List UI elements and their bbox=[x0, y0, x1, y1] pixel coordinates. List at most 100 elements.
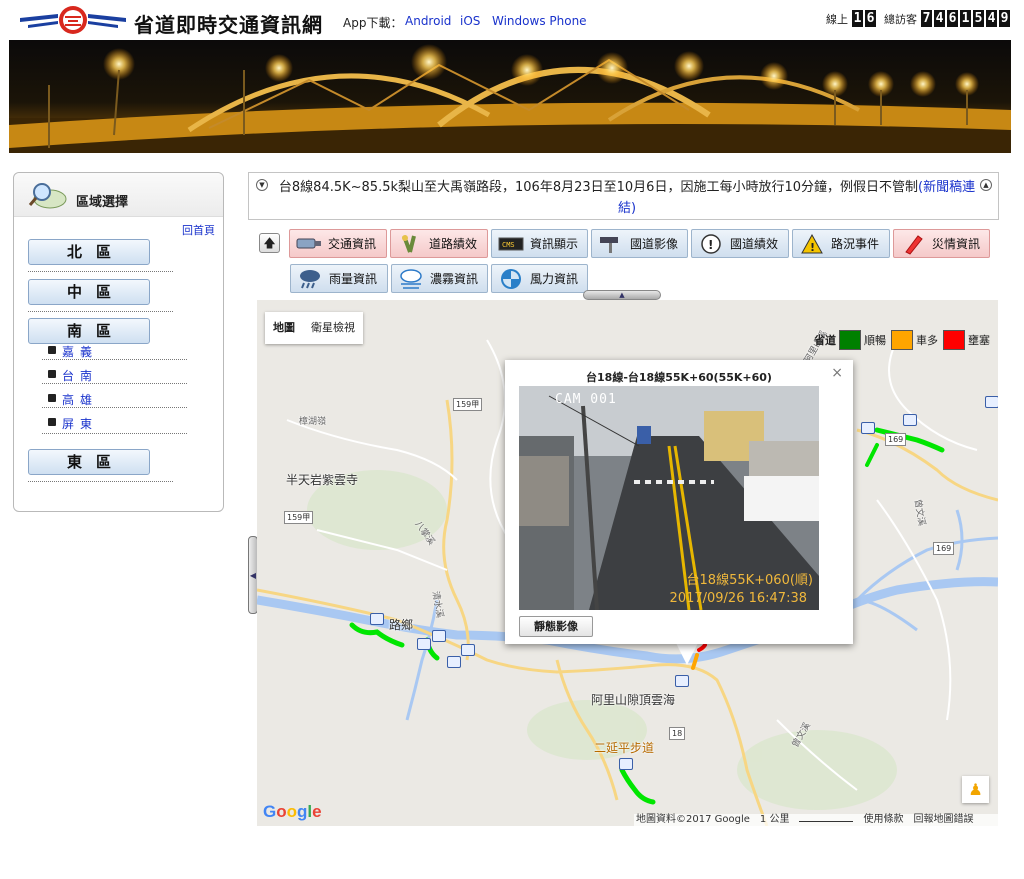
news-message: 台8線84.5K~85.5k梨山至大禹嶺路段，106年8月23日至10月6日，因… bbox=[278, 180, 918, 195]
tab-label: 國道績效 bbox=[730, 237, 779, 251]
map-type-satellite-button[interactable]: 衛星檢視 bbox=[303, 312, 363, 344]
tab-label: 濃霧資訊 bbox=[430, 272, 479, 286]
region-panel-title: 區域選擇 bbox=[76, 195, 129, 210]
camera-marker-icon[interactable] bbox=[370, 613, 384, 625]
sub-region-kaohsiung[interactable]: 高雄 bbox=[62, 391, 98, 408]
home-link[interactable]: 回首頁 bbox=[182, 222, 215, 238]
camera-marker-icon[interactable] bbox=[903, 414, 917, 426]
svg-text:CMS: CMS bbox=[502, 241, 515, 249]
region-panel: 區域選擇 回首頁 北區 中區 南區 嘉義 台南 高雄 屏東 東區 bbox=[13, 172, 224, 512]
legend-smooth-swatch bbox=[839, 330, 861, 350]
camera-icon bbox=[294, 233, 324, 255]
visitor-digit: 9 bbox=[999, 10, 1010, 27]
region-south-button[interactable]: 南區 bbox=[28, 318, 150, 344]
region-panel-header: 區域選擇 bbox=[14, 173, 223, 217]
scroll-up-button[interactable]: 🡅 bbox=[259, 233, 280, 253]
bullet-icon bbox=[48, 394, 56, 402]
map-type-map-button[interactable]: 地圖 bbox=[265, 312, 303, 344]
camera-marker-icon[interactable] bbox=[417, 638, 431, 650]
tab-cms-display[interactable]: CMS 資訊顯示 bbox=[491, 229, 588, 258]
camera-popup: 台18線-台18線55K+60(55K+60) × CAM 001 台18線55… bbox=[505, 360, 853, 644]
terms-link[interactable]: 使用條款 bbox=[863, 814, 903, 826]
tab-label: 資訊顯示 bbox=[530, 237, 579, 251]
sub-region-tainan[interactable]: 台南 bbox=[62, 367, 98, 384]
road-shield: 169 bbox=[933, 542, 955, 555]
tab-disaster-info[interactable]: 災情資訊 bbox=[893, 229, 990, 258]
road-shield: 169 bbox=[885, 433, 907, 446]
pole-camera-icon bbox=[596, 233, 626, 255]
visitors-label: 總訪客 bbox=[884, 12, 917, 26]
google-logo: Google bbox=[263, 802, 322, 821]
visitor-digit: 4 bbox=[986, 10, 997, 27]
tab-rainfall-info[interactable]: 雨量資訊 bbox=[290, 264, 388, 293]
map-label-alishan-cloud-sea: 阿里山隙頂雲海 bbox=[591, 693, 676, 707]
divider bbox=[42, 433, 187, 434]
news-text: 台8線84.5K~85.5k梨山至大禹嶺路段，106年8月23日至10月6日，因… bbox=[271, 177, 983, 219]
legend-busy-label: 車多 bbox=[916, 334, 938, 347]
camera-marker-icon[interactable] bbox=[985, 396, 998, 408]
android-link[interactable]: Android bbox=[405, 14, 451, 28]
map-attribution: 地圖資料©2017 Google 1 公里 使用條款 回報地圖錯誤 bbox=[634, 814, 998, 826]
camera-marker-icon[interactable] bbox=[861, 422, 875, 434]
sub-region-pingtung[interactable]: 屏東 bbox=[62, 415, 98, 432]
map-type-control: 地圖 衛星檢視 bbox=[265, 312, 363, 344]
camera-marker-icon[interactable] bbox=[675, 675, 689, 687]
tab-label: 災情資訊 bbox=[932, 237, 981, 251]
camera-timestamp: 2017/09/26 16:47:38 bbox=[669, 591, 807, 606]
site-logo[interactable] bbox=[18, 4, 128, 36]
region-north-button[interactable]: 北區 bbox=[28, 239, 150, 265]
legend-jam-swatch bbox=[943, 330, 965, 350]
traffic-legend: 省道 順暢 車多 壅塞 bbox=[814, 330, 992, 350]
close-icon[interactable]: × bbox=[831, 365, 843, 381]
wind-icon bbox=[496, 268, 526, 290]
camera-marker-icon[interactable] bbox=[447, 656, 461, 668]
pen-icon bbox=[898, 233, 928, 255]
visitor-digit: 6 bbox=[947, 10, 958, 27]
static-image-button[interactable]: 靜態影像 bbox=[519, 616, 593, 637]
region-east-button[interactable]: 東區 bbox=[28, 449, 150, 475]
map-label-trail: 二延平步道 bbox=[594, 741, 655, 755]
tab-road-events[interactable]: ! 路況事件 bbox=[792, 229, 890, 258]
map-label-temple: 半天岩紫雲寺 bbox=[286, 473, 359, 487]
legend-jam-label: 壅塞 bbox=[968, 334, 990, 347]
tab-freeway-performance[interactable]: ! 國道績效 bbox=[691, 229, 789, 258]
bullet-icon bbox=[48, 418, 56, 426]
flower-alert-icon: ! bbox=[696, 233, 726, 255]
camera-marker-icon[interactable] bbox=[619, 758, 633, 770]
camera-location-caption: 台18線55K+060(順) bbox=[686, 573, 813, 588]
visitors-count: 7461549 bbox=[921, 10, 1010, 27]
road-shield: 159甲 bbox=[453, 398, 483, 411]
banner-image bbox=[9, 40, 1011, 153]
tab-freeway-images[interactable]: 國道影像 bbox=[591, 229, 688, 258]
map-data-credit: 地圖資料©2017 Google bbox=[636, 814, 750, 825]
tab-label: 交通資訊 bbox=[328, 237, 377, 251]
report-error-link[interactable]: 回報地圖錯誤 bbox=[913, 814, 973, 826]
svg-text:!: ! bbox=[708, 238, 713, 252]
region-central-button[interactable]: 中區 bbox=[28, 279, 150, 305]
street-view-pegman-icon[interactable]: ♟ bbox=[962, 776, 989, 803]
divider bbox=[42, 383, 187, 384]
map-label-ridge: 樟湖嶺 bbox=[299, 417, 327, 427]
map-label-township: 路鄉 bbox=[389, 618, 414, 632]
windows-phone-link[interactable]: Windows Phone bbox=[492, 14, 587, 28]
news-down-arrow-icon[interactable]: ▼ bbox=[256, 179, 268, 191]
visitor-digit: 1 bbox=[960, 10, 971, 27]
bullet-icon bbox=[48, 370, 56, 378]
tab-fog-info[interactable]: 濃霧資訊 bbox=[391, 264, 488, 293]
divider bbox=[42, 407, 187, 408]
magnifier-map-icon bbox=[28, 181, 68, 211]
camera-marker-icon[interactable] bbox=[432, 630, 446, 642]
tab-wind-info[interactable]: 風力資訊 bbox=[491, 264, 588, 293]
sub-region-chiayi[interactable]: 嘉義 bbox=[62, 343, 98, 360]
tab-label: 風力資訊 bbox=[530, 272, 579, 286]
ios-link[interactable]: iOS bbox=[460, 14, 480, 28]
camera-marker-icon[interactable] bbox=[461, 644, 475, 656]
visitor-digit: 7 bbox=[921, 10, 932, 27]
camera-id-overlay: CAM 001 bbox=[555, 392, 617, 407]
tab-road-performance[interactable]: 道路績效 bbox=[390, 229, 488, 258]
road-icon bbox=[395, 233, 425, 255]
collapse-tabs-handle[interactable]: ▲ bbox=[583, 290, 661, 300]
news-up-arrow-icon[interactable]: ▲ bbox=[980, 179, 992, 191]
tab-traffic-info[interactable]: 交通資訊 bbox=[289, 229, 387, 258]
camera-snapshot[interactable]: CAM 001 台18線55K+060(順) 2017/09/26 16:47:… bbox=[519, 386, 819, 610]
